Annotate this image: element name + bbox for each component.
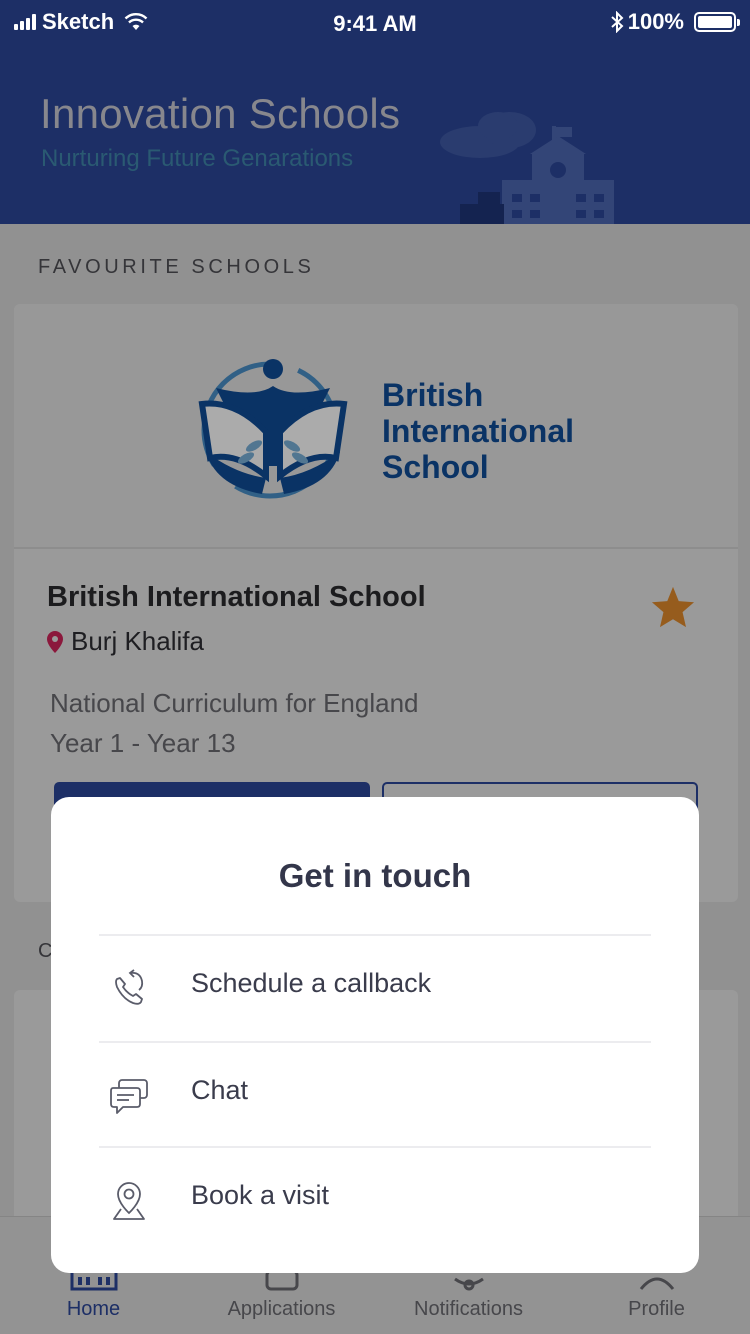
option-book-visit[interactable]: Book a visit <box>99 1146 651 1250</box>
option-chat-label: Chat <box>191 1075 249 1105</box>
phone-callback-icon <box>115 969 144 1005</box>
location-pin-icon <box>113 1182 145 1220</box>
option-book-visit-label: Book a visit <box>191 1180 330 1210</box>
option-schedule-callback[interactable]: Schedule a callback <box>99 934 651 1038</box>
bluetooth-icon <box>611 11 624 33</box>
option-schedule-callback-label: Schedule a callback <box>191 968 432 998</box>
get-in-touch-modal: Get in touch Schedule a callback Chat Bo… <box>51 797 699 1273</box>
option-chat[interactable]: Chat <box>99 1041 651 1145</box>
status-bar: Sketch 9:41 AM 100% <box>0 0 750 44</box>
battery-icon <box>694 12 740 32</box>
modal-title: Get in touch <box>278 857 472 894</box>
chat-icon <box>110 1079 148 1114</box>
battery-percent: 100% <box>627 9 684 34</box>
